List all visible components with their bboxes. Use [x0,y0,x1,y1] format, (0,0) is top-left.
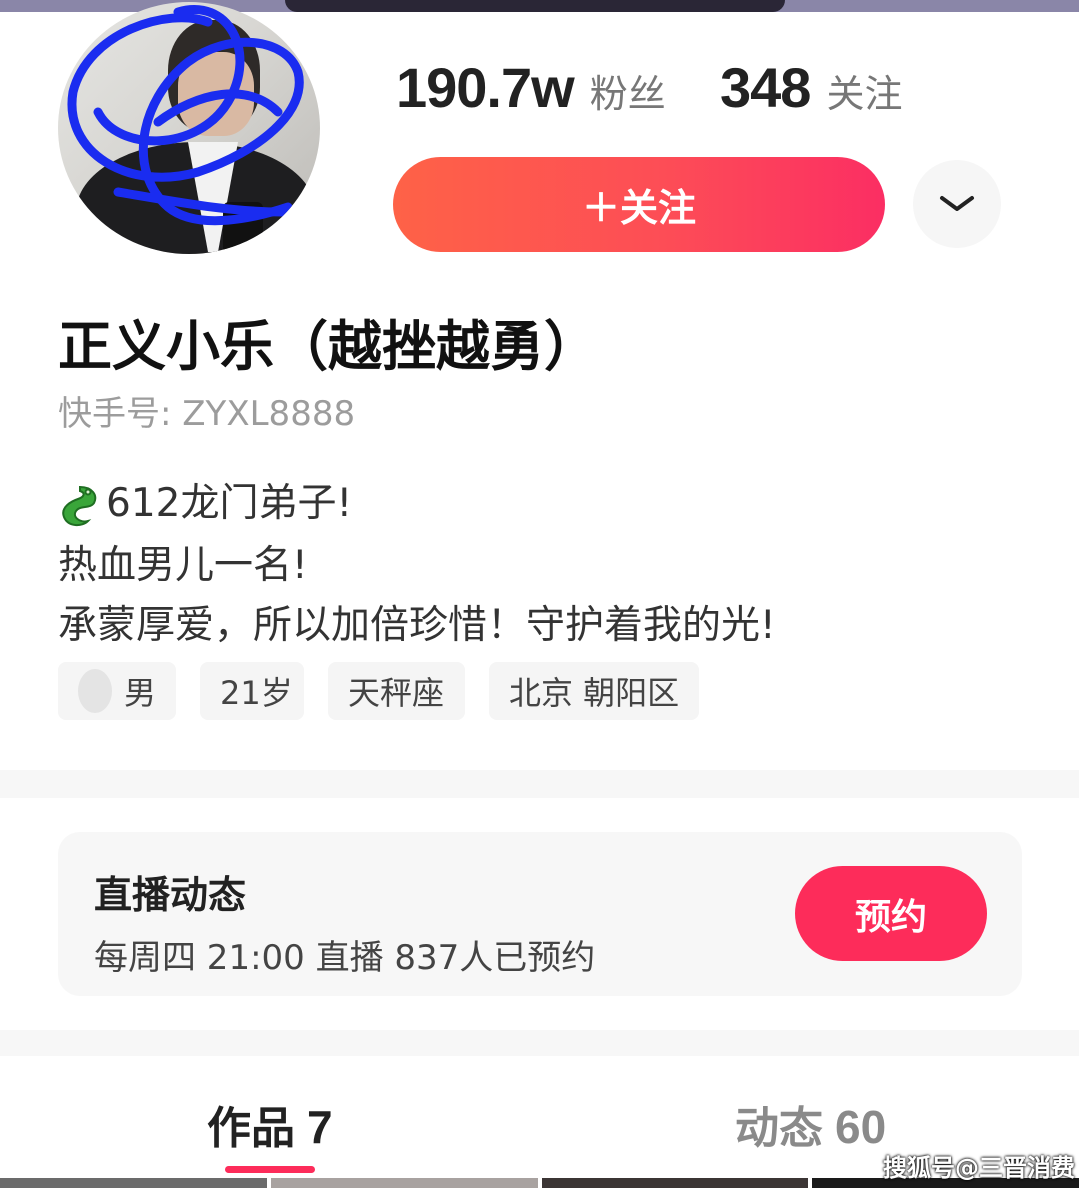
tab-moments-count: 60 [835,1101,887,1153]
work-thumbnail[interactable] [0,1178,267,1188]
section-divider [0,770,1079,798]
reserve-button[interactable]: 预约 [795,866,987,961]
live-schedule-card[interactable]: 直播动态 每周四 21:00 直播 837人已预约 预约 [58,832,1022,996]
following-stat[interactable]: 348 关注 [720,55,903,119]
dragon-icon [62,485,97,526]
fans-label: 粉丝 [589,72,666,116]
chevron-down-icon [940,196,974,211]
follow-button[interactable]: ＋关注 [393,157,885,252]
kuaishou-id[interactable]: 快手号: ZYXL8888 [58,386,355,435]
work-thumbnail[interactable] [270,1178,538,1188]
watermark: 搜狐号@三晋消费 [883,1154,1075,1182]
live-schedule-text: 每周四 21:00 直播 837人已预约 [94,938,596,978]
tag-zodiac: 天秤座 [328,662,465,720]
active-tab-indicator [225,1166,315,1173]
tag-age: 21岁 [200,662,304,720]
fans-count: 190.7w [396,56,575,119]
tab-moments-label: 动态 [735,1103,823,1154]
work-thumbnail[interactable] [541,1178,809,1188]
top-image-strip-dark [285,0,785,12]
live-title: 直播动态 [94,873,247,917]
bio-line-2: 热血男儿一名! [58,543,308,588]
following-count: 348 [720,56,811,119]
bio-line-1-text: 612龙门弟子! [106,481,353,526]
bio-line-1: 612龙门弟子! [58,472,352,529]
bio-line-3: 承蒙厚爱，所以加倍珍惜！守护着我的光! [58,603,776,648]
tag-gender: 男 [58,662,176,720]
section-divider-2 [0,1030,1079,1056]
following-label: 关注 [826,72,903,116]
tag-location: 北京 朝阳区 [489,662,699,720]
profile-name: 正义小乐（越挫越勇） [58,315,598,378]
more-options-button[interactable] [913,160,1001,248]
tab-works[interactable]: 作品 7 [207,1092,333,1156]
avatar[interactable] [58,2,320,254]
tab-works-count: 7 [307,1101,333,1153]
tag-gender-label: 男 [123,674,156,712]
gender-icon [78,669,112,713]
censor-scribble [67,5,304,226]
fans-stat[interactable]: 190.7w 粉丝 [396,55,666,119]
tab-moments[interactable]: 动态 60 [735,1092,886,1156]
tab-works-label: 作品 [207,1103,295,1154]
